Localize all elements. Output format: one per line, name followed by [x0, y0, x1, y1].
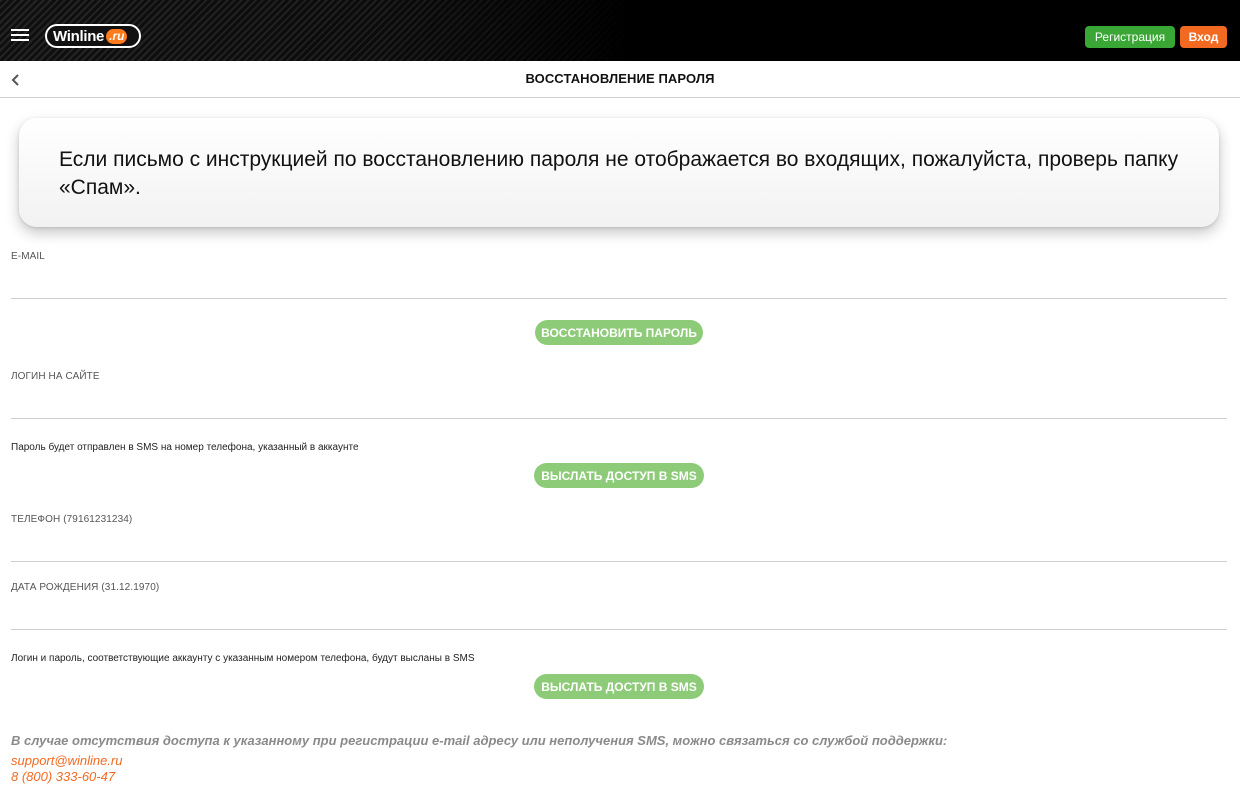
- send-sms-by-phone-button[interactable]: ВЫСЛАТЬ ДОСТУП В SMS: [534, 674, 704, 699]
- support-email-link[interactable]: support@winline.ru: [11, 753, 122, 768]
- phone-field[interactable]: [11, 532, 1227, 562]
- page-title: ВОССТАНОВЛЕНИЕ ПАРОЛЯ: [525, 71, 715, 86]
- login-field[interactable]: [11, 389, 1227, 419]
- spam-notice-card: Если письмо с инструкцией по восстановле…: [19, 118, 1219, 227]
- send-sms-access-button[interactable]: ВЫСЛАТЬ ДОСТУП В SMS: [534, 463, 704, 488]
- top-header: Winline .ru Регистрация Вход: [0, 0, 1240, 61]
- login-label: ЛОГИН НА САЙТЕ: [11, 371, 100, 382]
- register-button[interactable]: Регистрация: [1085, 26, 1175, 48]
- birth-date-label: ДАТА РОЖДЕНИЯ (31.12.1970): [11, 582, 160, 593]
- phone-hint: Логин и пароль, соответствующие аккаунту…: [11, 653, 475, 664]
- support-phone-link[interactable]: 8 (800) 333-60-47: [11, 769, 115, 784]
- restore-password-button[interactable]: ВОССТАНОВИТЬ ПАРОЛЬ: [535, 320, 703, 345]
- email-field[interactable]: [11, 269, 1227, 299]
- phone-label: ТЕЛЕФОН (79161231234): [11, 514, 133, 525]
- notice-text: Если письмо с инструкцией по восстановле…: [59, 148, 1179, 199]
- email-label: E-MAIL: [11, 251, 45, 262]
- login-button[interactable]: Вход: [1180, 26, 1227, 48]
- birth-date-field[interactable]: [11, 600, 1227, 630]
- page-header: ВОССТАНОВЛЕНИЕ ПАРОЛЯ: [0, 61, 1240, 98]
- menu-icon[interactable]: [11, 29, 29, 42]
- logo-brand: Winline: [53, 27, 105, 45]
- login-hint: Пароль будет отправлен в SMS на номер те…: [11, 442, 359, 453]
- logo-tld: .ru: [106, 28, 128, 44]
- site-logo[interactable]: Winline .ru: [45, 24, 141, 48]
- support-info-text: В случае отсутствия доступа к указанному…: [11, 733, 948, 748]
